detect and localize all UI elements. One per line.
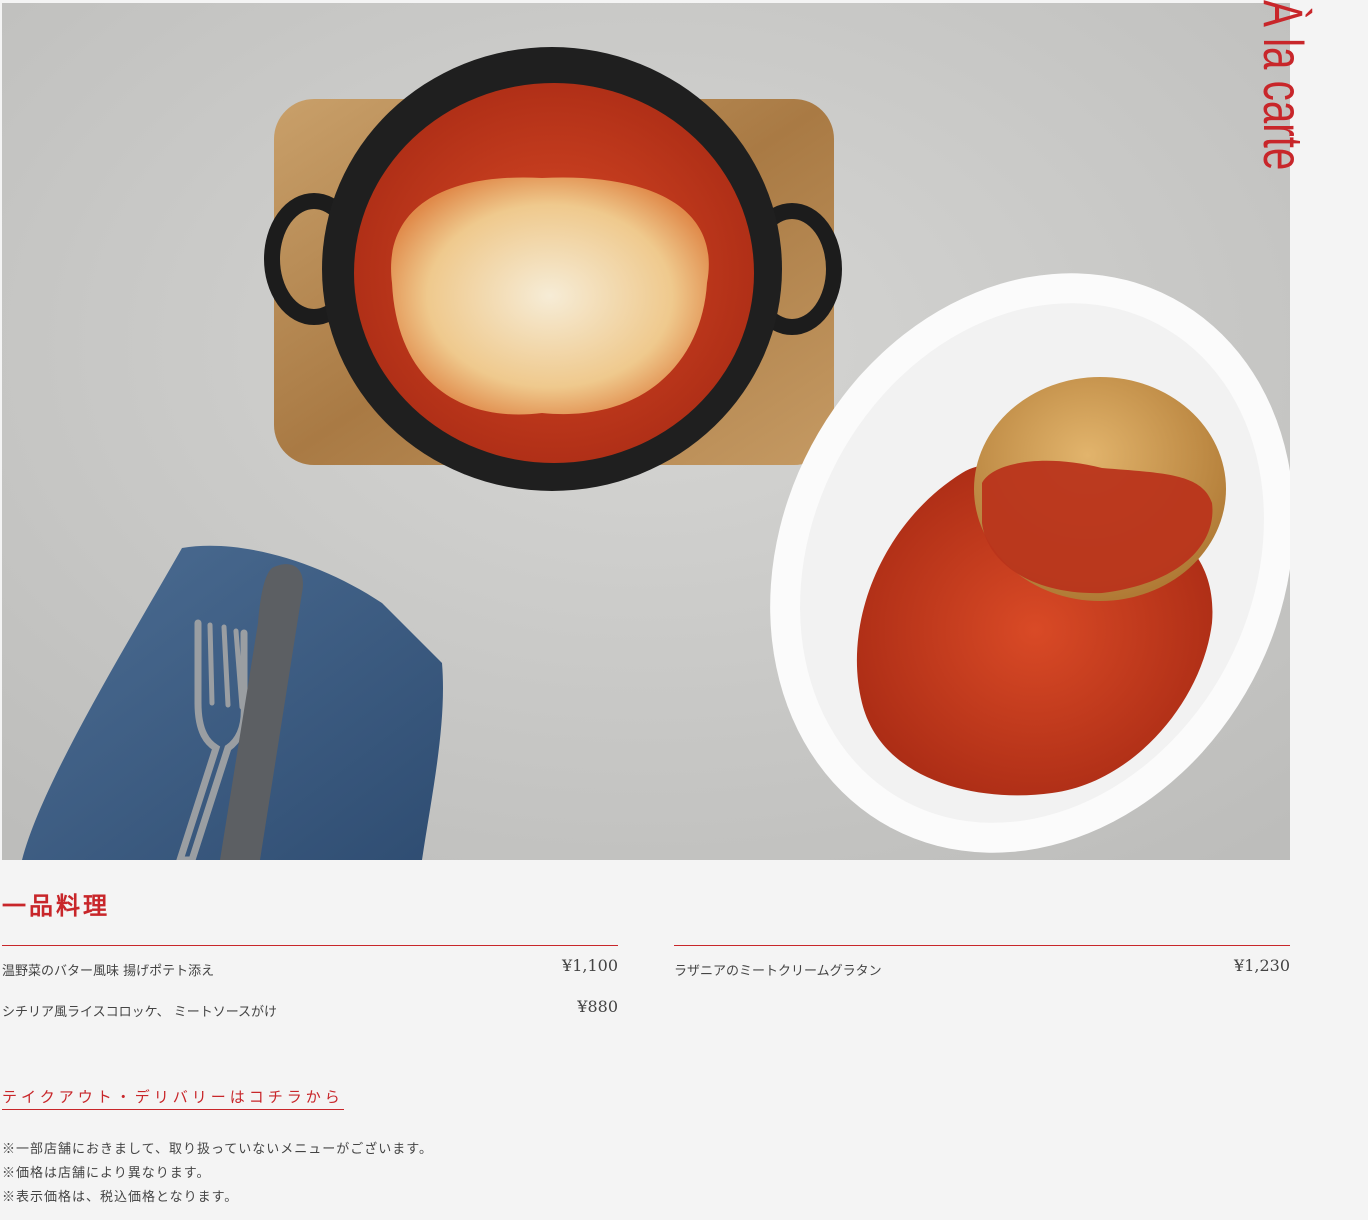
- menu-item-price: ¥1,230: [1234, 956, 1290, 975]
- menu-item-price: ¥1,100: [562, 956, 618, 975]
- menu-item-name: ラザニアのミートクリームグラタン: [674, 964, 882, 979]
- takeout-delivery-link[interactable]: テイクアウト・デリバリーはコチラから: [2, 1086, 344, 1110]
- hero-food-photo: [2, 3, 1290, 860]
- menu-column-left: 温野菜のバター風味 揚げポテト添え ¥1,100 シチリア風ライスコロッケ、 ミ…: [2, 945, 618, 1028]
- note-line: ※価格は店舗により異なります。: [2, 1166, 211, 1181]
- food-illustration: [2, 3, 1290, 860]
- menu-column-right: ラザニアのミートクリームグラタン ¥1,230: [674, 945, 1290, 987]
- menu-item: 温野菜のバター風味 揚げポテト添え ¥1,100: [2, 946, 618, 987]
- note-line: ※一部店舗におきまして、取り扱っていないメニューがございます。: [2, 1142, 434, 1157]
- notes: ※一部店舗におきまして、取り扱っていないメニューがございます。 ※価格は店舗によ…: [2, 1138, 433, 1210]
- menu-item: シチリア風ライスコロッケ、 ミートソースがけ ¥880: [2, 987, 618, 1028]
- vertical-page-title: À la carte: [1252, 0, 1316, 270]
- menu-item-name: 温野菜のバター風味 揚げポテト添え: [2, 964, 215, 979]
- menu-item-name: シチリア風ライスコロッケ、 ミートソースがけ: [2, 1005, 278, 1020]
- menu-item-price: ¥880: [577, 997, 618, 1016]
- menu-item: ラザニアのミートクリームグラタン ¥1,230: [674, 946, 1290, 987]
- section-title: 一品料理: [2, 891, 110, 920]
- a-la-carte-title: À la carte: [1252, 0, 1315, 171]
- note-line: ※表示価格は、税込価格となります。: [2, 1190, 239, 1205]
